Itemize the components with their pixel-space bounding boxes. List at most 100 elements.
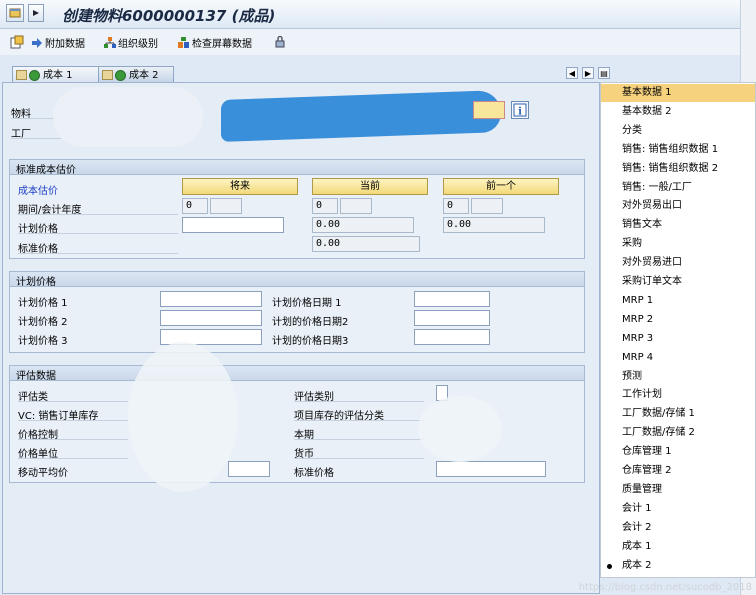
check-icon [115, 70, 126, 81]
previous-button[interactable]: 前一个 [443, 178, 559, 195]
current-planned-price-field: 0.00 [312, 217, 414, 233]
future-year-field [210, 198, 242, 214]
divider [11, 138, 61, 139]
blurred-region [418, 396, 502, 462]
menu-item-label: 对外贸易进口 [622, 257, 682, 269]
divider [294, 401, 424, 402]
menu-item-label: 基本数据 1 [622, 87, 672, 98]
menu-item[interactable]: 销售: 销售组织数据 1 [601, 141, 755, 159]
menu-item-label: 质量管理 [622, 483, 662, 495]
divider [294, 439, 424, 440]
system-menu-icon[interactable] [6, 4, 24, 22]
menu-item-label: 成本 1 [622, 540, 652, 552]
check-screen-data-button[interactable]: 检查屏幕数据 [178, 35, 252, 50]
future-button[interactable]: 将来 [182, 178, 298, 195]
planned-price-date-3-input[interactable] [414, 329, 490, 345]
group-title: 标准成本估价 [16, 165, 76, 176]
menu-item-label: 预测 [622, 370, 642, 382]
menu-item-label: 工厂数据/存储 1 [622, 408, 695, 420]
tab-scroll-left-button[interactable]: ◀ [566, 67, 578, 79]
menu-item[interactable]: 基本数据 1 [601, 84, 755, 102]
std-cost-estimate-group: 标准成本估价 成本估价 将来 当前 前一个 期间/会计年度 0 0 0 计划价格… [9, 159, 585, 259]
planned-price-date-1-input[interactable] [414, 291, 490, 307]
menu-item[interactable]: 对外贸易进口 [601, 254, 755, 272]
menu-item-label: 销售: 一般/工厂 [622, 181, 692, 193]
check-screen-data-label: 检查屏幕数据 [192, 39, 252, 50]
previous-year-field [471, 198, 503, 214]
material-field[interactable] [473, 101, 505, 119]
menu-item[interactable]: 预测 [601, 368, 755, 386]
redacted-material-value [221, 90, 501, 142]
divider [18, 253, 178, 254]
menu-item-label: 仓库管理 1 [622, 446, 672, 458]
svg-text:i: i [518, 107, 522, 118]
tab-cost-2[interactable]: 成本 2 [98, 66, 174, 83]
menu-item[interactable]: 质量管理 [601, 481, 755, 499]
info-icon[interactable]: i [511, 101, 529, 119]
menu-item-label: MRP 2 [622, 313, 654, 325]
menu-item[interactable]: MRP 1 [601, 292, 755, 310]
planned-price-1-input[interactable] [160, 291, 262, 307]
valuation-std-price-field[interactable] [436, 461, 546, 477]
menu-item[interactable]: 工厂数据/存储 2 [601, 424, 755, 442]
menu-item-label: 工作计划 [622, 389, 662, 401]
current-button[interactable]: 当前 [312, 178, 428, 195]
current-year-field [340, 198, 372, 214]
menu-item[interactable]: 工厂数据/存储 1 [601, 405, 755, 423]
menu-item-label: 工厂数据/存储 2 [622, 427, 695, 439]
menu-item[interactable]: 仓库管理 2 [601, 462, 755, 480]
menu-item-label: 销售文本 [622, 219, 662, 231]
divider [18, 420, 128, 421]
menu-item[interactable]: MRP 3 [601, 330, 755, 348]
menu-item[interactable]: 工作计划 [601, 386, 755, 404]
planned-price-2-label: 计划价格 2 [18, 317, 68, 328]
future-planned-price-input[interactable] [182, 217, 284, 233]
menu-item[interactable]: 成本 1 [601, 538, 755, 556]
lock-icon[interactable] [274, 35, 286, 51]
divider [294, 420, 424, 421]
additional-data-icon [31, 37, 43, 49]
menu-item[interactable]: 销售: 一般/工厂 [601, 179, 755, 197]
check-screen-data-icon [178, 37, 190, 49]
current-std-price-field: 0.00 [312, 236, 420, 252]
menu-item[interactable]: MRP 4 [601, 349, 755, 367]
additional-data-button[interactable]: 附加数据 [31, 35, 85, 50]
tab-list-button[interactable]: ▤ [598, 67, 610, 79]
tab-label: 成本 2 [129, 70, 159, 81]
expand-arrow-icon[interactable] [28, 4, 44, 22]
menu-item[interactable]: 分类 [601, 122, 755, 140]
org-levels-button[interactable]: 组织级别 [104, 35, 158, 50]
additional-data-label: 附加数据 [45, 39, 85, 50]
moving-avg-price-field[interactable] [228, 461, 270, 477]
menu-item-label: 基本数据 2 [622, 105, 672, 117]
menu-item[interactable]: 销售文本 [601, 216, 755, 234]
tab-cost-1[interactable]: 成本 1 [12, 66, 102, 83]
planned-price-2-input[interactable] [160, 310, 262, 326]
menu-item-label: 会计 1 [622, 502, 652, 514]
menu-item[interactable]: 基本数据 2 [601, 103, 755, 121]
menu-item[interactable]: 销售: 销售组织数据 2 [601, 160, 755, 178]
planned-price-date-3-label: 计划的价格日期3 [272, 336, 349, 347]
planned-price-date-2-label: 计划的价格日期2 [272, 317, 349, 328]
selected-bullet-icon [607, 563, 612, 569]
group-header [10, 366, 584, 381]
menu-item-label: MRP 3 [622, 332, 654, 344]
menu-item[interactable]: 会计 2 [601, 519, 755, 537]
moving-avg-price-label: 移动平均价 [18, 468, 68, 479]
menu-item[interactable]: 采购 [601, 235, 755, 253]
tab-scroll-right-button[interactable]: ▶ [582, 67, 594, 79]
menu-item[interactable]: 对外贸易出口 [601, 197, 755, 215]
tab-content-panel: 物料 工厂 i 标准成本估价 成本估价 将来 当前 前一个 期间/会计年度 0 … [2, 82, 600, 594]
menu-item[interactable]: 仓库管理 1 [601, 443, 755, 461]
display-change-icon[interactable] [10, 35, 24, 52]
watermark-text: https://blog.csdn.net/sucodb_2018 [578, 582, 752, 593]
menu-item-label: 采购 [622, 238, 642, 250]
blurred-region [128, 342, 238, 492]
application-toolbar: 附加数据 组织级别 检查屏幕数据 [0, 29, 740, 55]
menu-item[interactable]: 成本 2 [601, 557, 755, 575]
planned-price-date-2-input[interactable] [414, 310, 490, 326]
divider [18, 401, 128, 402]
menu-item[interactable]: MRP 2 [601, 311, 755, 329]
menu-item[interactable]: 采购订单文本 [601, 273, 755, 291]
menu-item[interactable]: 会计 1 [601, 500, 755, 518]
